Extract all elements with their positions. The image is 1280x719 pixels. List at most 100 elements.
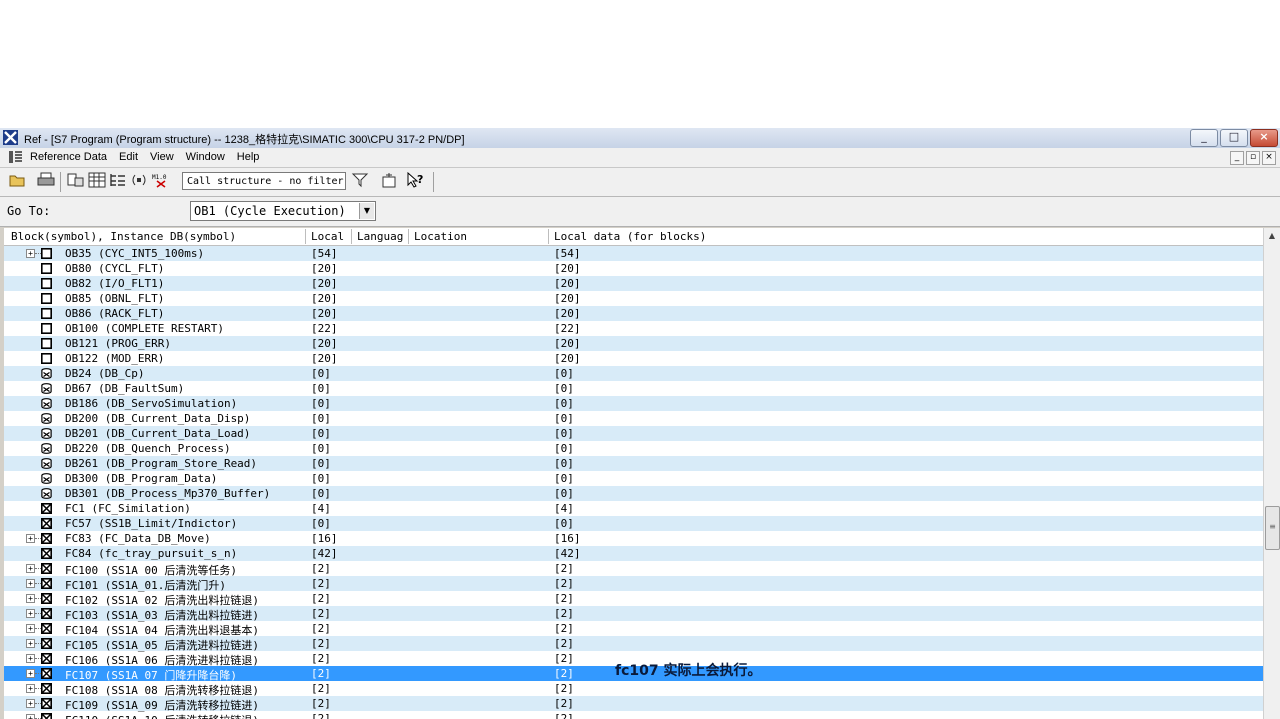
table-row[interactable]: + FC101 (SS1A_01.后清洗门升) [2] [2] — [4, 576, 1264, 592]
table-row[interactable]: + FC83 (FC_Data_DB_Move) [16] [16] — [4, 531, 1264, 546]
expand-icon[interactable]: + — [26, 579, 35, 588]
mdi-restore-button[interactable]: ▫ — [1246, 151, 1260, 165]
expand-icon[interactable]: + — [26, 594, 35, 603]
print-icon[interactable] — [36, 172, 56, 191]
local-data-value: [22] — [554, 322, 581, 335]
menu-window[interactable]: Window — [186, 151, 231, 163]
block-name: DB201 (DB_Current_Data_Load) — [65, 427, 251, 440]
local-data-value: [0] — [554, 487, 574, 500]
column-header-local-data[interactable]: Local data (for blocks) — [554, 230, 706, 243]
table-row[interactable]: OB100 (COMPLETE RESTART) [22] [22] — [4, 321, 1264, 336]
local-data-value: [20] — [554, 352, 581, 365]
table-row[interactable]: DB67 (DB_FaultSum) [0] [0] — [4, 381, 1264, 396]
expand-icon[interactable]: + — [26, 534, 35, 543]
table-row[interactable]: DB261 (DB_Program_Store_Read) [0] [0] — [4, 456, 1264, 471]
table-row[interactable]: DB24 (DB_Cp) [0] [0] — [4, 366, 1264, 381]
table-row[interactable]: OB121 (PROG_ERR) [20] [20] — [4, 336, 1264, 351]
svg-text:M1.0: M1.0 — [152, 174, 167, 181]
block-name: OB100 (COMPLETE RESTART) — [65, 322, 224, 335]
table-row[interactable]: + FC109 (SS1A_09 后清洗转移拉链进) [2] [2] — [4, 696, 1264, 712]
table-row[interactable]: + OB35 (CYC_INT5_100ms) [54] [54] — [4, 246, 1264, 261]
table-row[interactable]: + FC103 (SS1A_03 后清洗出料拉链进) [2] [2] — [4, 606, 1264, 622]
new-window-icon[interactable] — [379, 172, 399, 191]
app-icon — [3, 130, 18, 145]
menu-view[interactable]: View — [150, 151, 180, 163]
goto-select[interactable]: OB1 (Cycle Execution) ▼ — [190, 201, 376, 221]
local-data-value: [2] — [554, 637, 574, 650]
table-row[interactable]: + FC104 (SS1A_04 后清洗出料退基本) [2] [2] — [4, 621, 1264, 637]
expand-icon[interactable]: + — [26, 714, 35, 719]
maximize-button[interactable]: □ — [1220, 129, 1248, 147]
table-row[interactable]: DB220 (DB_Quench_Process) [0] [0] — [4, 441, 1264, 456]
expand-icon[interactable]: + — [26, 669, 35, 678]
filter-display[interactable]: Call structure - no filter — [182, 172, 346, 190]
menu-reference-data[interactable]: Reference Data — [30, 151, 113, 163]
addresses-without-symbols-icon[interactable]: M1.0 — [151, 172, 171, 191]
table-row[interactable]: + FC102 (SS1A_02 后清洗出料拉链退) [2] [2] — [4, 591, 1264, 607]
local-value: [2] — [311, 622, 331, 635]
table-row[interactable]: + FC110 (SS1A_10 后清洗转移拉链退) [2] [2] — [4, 711, 1264, 719]
fc-icon — [41, 578, 52, 589]
chevron-down-icon[interactable]: ▼ — [359, 203, 374, 219]
unused-symbols-icon[interactable] — [129, 172, 149, 191]
local-data-value: [0] — [554, 517, 574, 530]
close-button[interactable]: × — [1250, 129, 1278, 147]
local-data-value: [20] — [554, 292, 581, 305]
local-value: [0] — [311, 517, 331, 530]
table-row[interactable]: + FC105 (SS1A_05 后清洗进料拉链进) [2] [2] — [4, 636, 1264, 652]
title-bar: Ref - [S7 Program (Program structure) --… — [0, 128, 1280, 149]
cross-reference-icon[interactable] — [66, 172, 86, 191]
table-row[interactable]: DB201 (DB_Current_Data_Load) [0] [0] — [4, 426, 1264, 441]
fc-icon — [41, 503, 52, 514]
table-row[interactable]: FC57 (SS1B_Limit/Indictor) [0] [0] — [4, 516, 1264, 531]
menu-edit[interactable]: Edit — [119, 151, 144, 163]
table-row[interactable]: OB122 (MOD_ERR) [20] [20] — [4, 351, 1264, 366]
table-row[interactable]: DB200 (DB_Current_Data_Disp) [0] [0] — [4, 411, 1264, 426]
expand-icon[interactable]: + — [26, 639, 35, 648]
table-row[interactable]: DB301 (DB_Process_Mp370_Buffer) [0] [0] — [4, 486, 1264, 501]
table-row[interactable]: + FC108 (SS1A_08 后清洗转移拉链退) [2] [2] — [4, 681, 1264, 697]
expand-icon[interactable]: + — [26, 564, 35, 573]
column-header-location[interactable]: Location — [414, 230, 467, 243]
expand-icon[interactable]: + — [26, 684, 35, 693]
mdi-close-button[interactable]: × — [1262, 151, 1276, 165]
expand-icon[interactable]: + — [26, 654, 35, 663]
column-header-block[interactable]: Block(symbol), Instance DB(symbol) — [11, 230, 236, 243]
menu-help[interactable]: Help — [237, 151, 266, 163]
minimize-button[interactable]: _ — [1190, 129, 1218, 147]
open-icon[interactable] — [8, 172, 28, 191]
program-structure-icon[interactable] — [108, 172, 128, 191]
assignment-icon[interactable] — [87, 172, 107, 191]
db-icon — [41, 398, 52, 409]
mdi-minimize-button[interactable]: _ — [1230, 151, 1244, 165]
expand-icon[interactable]: + — [26, 249, 35, 258]
table-row[interactable]: DB186 (DB_ServoSimulation) [0] [0] — [4, 396, 1264, 411]
column-header-local[interactable]: Local — [311, 230, 344, 243]
filter-icon[interactable] — [350, 172, 370, 191]
table-row[interactable]: FC84 (fc_tray_pursuit_s_n) [42] [42] — [4, 546, 1264, 561]
table-row[interactable]: + FC100 (SS1A_00 后清洗等任务) [2] [2] — [4, 561, 1264, 577]
table-row[interactable]: OB80 (CYCL_FLT) [20] [20] — [4, 261, 1264, 276]
document-icon[interactable] — [8, 150, 23, 164]
local-data-value: [16] — [554, 532, 581, 545]
fc-icon — [41, 593, 52, 604]
vertical-scrollbar[interactable]: ▲ ≡ — [1263, 228, 1280, 719]
scroll-up-icon[interactable]: ▲ — [1264, 228, 1280, 244]
expand-icon[interactable]: + — [26, 624, 35, 633]
expand-icon[interactable]: + — [26, 609, 35, 618]
table-row[interactable]: OB86 (RACK_FLT) [20] [20] — [4, 306, 1264, 321]
table-row[interactable]: FC1 (FC_Similation) [4] [4] — [4, 501, 1264, 516]
expand-icon[interactable]: + — [26, 699, 35, 708]
column-header-language[interactable]: Languag — [357, 230, 403, 243]
window-title: Ref - [S7 Program (Program structure) --… — [24, 134, 465, 146]
db-icon — [41, 458, 52, 469]
local-data-value: [20] — [554, 337, 581, 350]
block-name: FC84 (fc_tray_pursuit_s_n) — [65, 547, 238, 560]
local-value: [20] — [311, 262, 338, 275]
table-row[interactable]: OB82 (I/O_FLT1) [20] [20] — [4, 276, 1264, 291]
help-pointer-icon[interactable]: ? — [406, 171, 426, 191]
scroll-thumb[interactable]: ≡ — [1265, 506, 1280, 550]
svg-text:?: ? — [417, 173, 423, 186]
table-row[interactable]: OB85 (OBNL_FLT) [20] [20] — [4, 291, 1264, 306]
table-row[interactable]: DB300 (DB_Program_Data) [0] [0] — [4, 471, 1264, 486]
